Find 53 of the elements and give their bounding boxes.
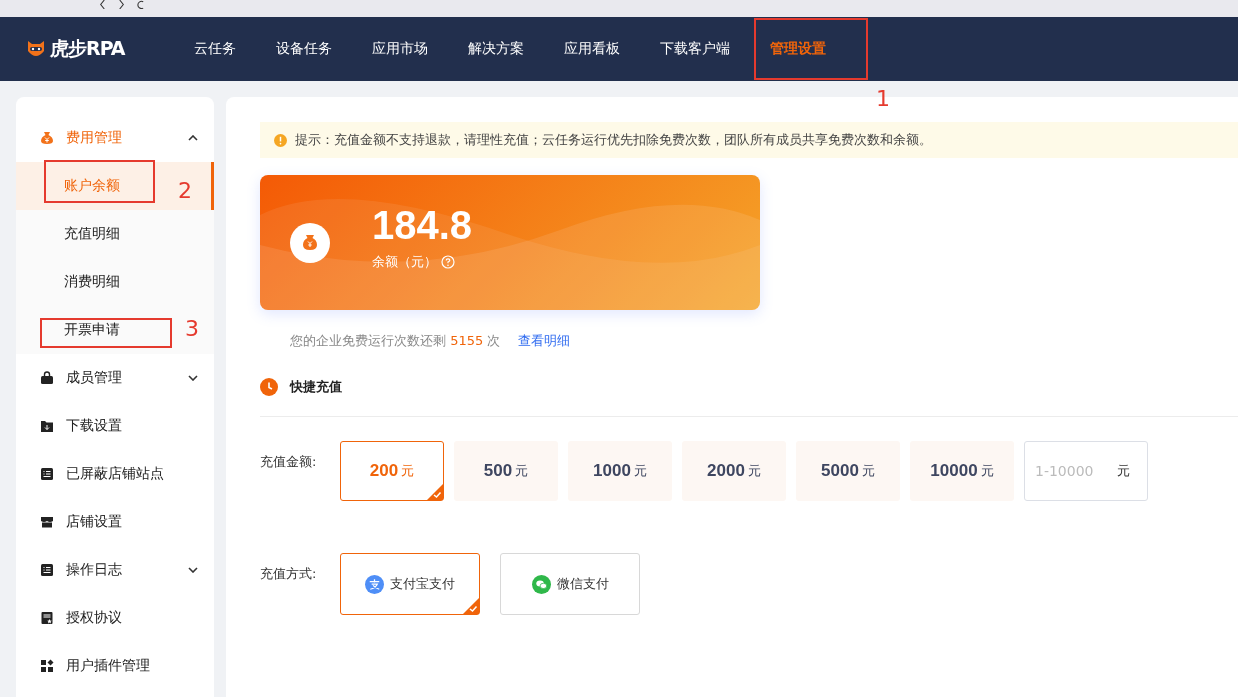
sidebar-item[interactable]: 已屏蔽店铺站点	[16, 450, 214, 498]
list-icon	[40, 467, 54, 481]
balance-label: 余额（元）	[372, 252, 437, 271]
sidebar-item[interactable]: 下载设置	[16, 402, 214, 450]
amount-option[interactable]: 10000 元	[910, 441, 1014, 501]
nav-link[interactable]: 应用看板	[564, 18, 620, 80]
reload-icon[interactable]	[136, 0, 145, 9]
sidebar-item[interactable]: 店铺设置	[16, 498, 214, 546]
apps-icon	[40, 659, 54, 673]
annotation-number: 1	[876, 88, 890, 110]
nav-link[interactable]: 解决方案	[468, 18, 524, 80]
payment-option[interactable]: 微信支付	[500, 553, 640, 615]
nav-link[interactable]: 下载客户端	[660, 18, 730, 80]
amount-option[interactable]: 500 元	[454, 441, 558, 501]
payment-option[interactable]: 支付宝支付	[340, 553, 480, 615]
chat-bubbles-icon	[531, 574, 551, 594]
field-label: 充值金额:	[260, 453, 318, 471]
logo-text: 虎步RPA	[50, 36, 125, 61]
sidebar-item[interactable]: 用户插件管理	[16, 642, 214, 690]
sidebar-item[interactable]: 授权协议	[16, 594, 214, 642]
sidebar-item[interactable]: 操作日志	[16, 546, 214, 594]
checkmark-icon	[463, 598, 479, 614]
nav-link[interactable]: 应用市场	[372, 18, 428, 80]
annotation-number: 3	[185, 318, 199, 340]
unit-label: 元	[1117, 462, 1130, 480]
annotation-number: 2	[178, 180, 192, 202]
list-icon	[40, 563, 54, 577]
sidebar-subitem[interactable]: 充值明细	[16, 210, 214, 258]
section-title: 快捷充值	[290, 378, 342, 396]
money-bag-icon	[290, 222, 330, 263]
amount-option[interactable]: 5000 元	[796, 441, 900, 501]
nav-link[interactable]: 管理设置	[770, 18, 826, 80]
field-label: 充值方式:	[260, 565, 318, 583]
view-details-link[interactable]: 查看明细	[518, 332, 571, 350]
forward-icon[interactable]	[117, 0, 126, 9]
store-icon	[40, 515, 54, 529]
clock-icon	[260, 378, 278, 396]
sidebar-subitem[interactable]: 消费明细	[16, 258, 214, 306]
balance-amount: 184.8	[372, 202, 473, 247]
notice-text: 提示：充值金额不支持退款，请理性充值；云任务运行优先扣除免费次数，团队所有成员共享免费次数和余额。	[295, 131, 932, 149]
nav-link[interactable]: 云任务	[194, 18, 236, 80]
folder-download-icon	[40, 419, 54, 433]
sidebar-item[interactable]: 成员管理	[16, 354, 214, 402]
checkmark-icon	[427, 484, 443, 500]
warning-icon	[274, 133, 287, 147]
amount-option[interactable]: 1000 元	[568, 441, 672, 501]
nav-link[interactable]: 设备任务	[276, 18, 332, 80]
amount-option[interactable]: 2000 元	[682, 441, 786, 501]
bag-icon	[40, 371, 54, 385]
help-icon[interactable]	[441, 254, 455, 269]
money-bag-icon	[40, 131, 54, 145]
free-runs-text: 您的企业免费运行次数还剩 5155 次	[290, 332, 501, 350]
back-icon[interactable]	[98, 0, 107, 9]
